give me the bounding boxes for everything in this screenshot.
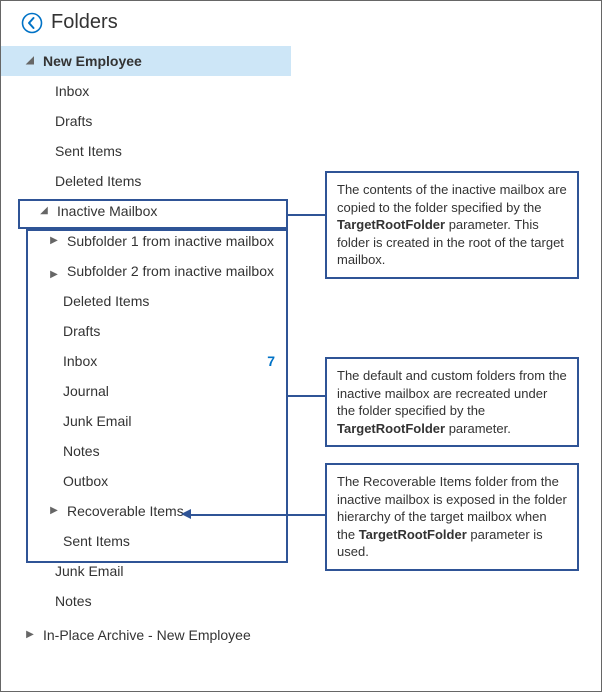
tree-item-subfolder2[interactable]: ▶ Subfolder 2 from inactive mailbox bbox=[1, 256, 291, 286]
callout-bold: TargetRootFolder bbox=[359, 527, 467, 542]
callout-bold: TargetRootFolder bbox=[337, 421, 445, 436]
folder-label: Inbox bbox=[63, 353, 267, 369]
page-title: Folders bbox=[51, 11, 118, 34]
tree-item[interactable]: Sent Items bbox=[1, 526, 291, 556]
tree-item[interactable]: Outbox bbox=[1, 466, 291, 496]
tree-item-junk[interactable]: Junk Email bbox=[1, 556, 291, 586]
caret-down-icon: ◢ bbox=[37, 206, 51, 216]
caret-down-icon: ◢ bbox=[23, 56, 37, 66]
folder-label: Journal bbox=[63, 383, 281, 399]
folder-label: New Employee bbox=[43, 53, 281, 69]
folder-label: Notes bbox=[63, 443, 281, 459]
folder-label: Junk Email bbox=[55, 563, 281, 579]
tree-item-archive[interactable]: ▶ In-Place Archive - New Employee bbox=[1, 620, 291, 650]
caret-right-icon: ▶ bbox=[47, 506, 61, 516]
tree-item-inactive-mailbox[interactable]: ◢ Inactive Mailbox bbox=[1, 196, 291, 226]
callout-3: The Recoverable Items folder from the in… bbox=[325, 463, 579, 571]
folder-label: Notes bbox=[55, 593, 281, 609]
tree-root[interactable]: ◢ New Employee bbox=[1, 46, 291, 76]
unread-count: 7 bbox=[267, 353, 281, 369]
callout-text: The contents of the inactive mailbox are… bbox=[337, 182, 567, 215]
app-frame: Folders ◢ New Employee Inbox Drafts Sent… bbox=[0, 0, 602, 692]
caret-right-icon: ▶ bbox=[47, 270, 61, 280]
tree-item[interactable]: Junk Email bbox=[1, 406, 291, 436]
folder-tree: ◢ New Employee Inbox Drafts Sent Items D… bbox=[1, 46, 291, 660]
folder-label: Drafts bbox=[55, 113, 281, 129]
caret-right-icon: ▶ bbox=[23, 630, 37, 640]
tree-item-recoverable[interactable]: ▶ Recoverable Items bbox=[1, 496, 291, 526]
folder-label: Drafts bbox=[63, 323, 281, 339]
connector-line bbox=[191, 514, 325, 516]
arrow-left-icon bbox=[181, 509, 191, 519]
callout-text: parameter. bbox=[445, 421, 511, 436]
tree-item-subfolder1[interactable]: ▶ Subfolder 1 from inactive mailbox bbox=[1, 226, 291, 256]
tree-item-sent[interactable]: Sent Items bbox=[1, 136, 291, 166]
tree-item-deleted[interactable]: Deleted Items bbox=[1, 166, 291, 196]
tree-item-notes[interactable]: Notes bbox=[1, 586, 291, 616]
folder-label: Deleted Items bbox=[63, 293, 281, 309]
callout-text: The default and custom folders from the … bbox=[337, 368, 567, 418]
tree-item-inbox[interactable]: Inbox bbox=[1, 76, 291, 106]
back-icon[interactable] bbox=[21, 12, 43, 34]
page-header: Folders bbox=[1, 1, 601, 46]
tree-item-drafts[interactable]: Drafts bbox=[1, 106, 291, 136]
folder-label: Sent Items bbox=[63, 533, 281, 549]
folder-label: Subfolder 2 from inactive mailbox bbox=[67, 263, 281, 279]
connector-line bbox=[288, 395, 325, 397]
folder-label: Junk Email bbox=[63, 413, 281, 429]
callout-1: The contents of the inactive mailbox are… bbox=[325, 171, 579, 279]
folder-label: Outbox bbox=[63, 473, 281, 489]
tree-item[interactable]: Drafts bbox=[1, 316, 291, 346]
connector-line bbox=[288, 214, 325, 216]
caret-right-icon: ▶ bbox=[47, 236, 61, 246]
folder-label: Recoverable Items bbox=[67, 503, 281, 519]
folder-label: Sent Items bbox=[55, 143, 281, 159]
folder-label: Subfolder 1 from inactive mailbox bbox=[67, 233, 281, 249]
callout-2: The default and custom folders from the … bbox=[325, 357, 579, 447]
tree-item[interactable]: Deleted Items bbox=[1, 286, 291, 316]
tree-item[interactable]: Notes bbox=[1, 436, 291, 466]
callout-bold: TargetRootFolder bbox=[337, 217, 445, 232]
folder-label: In-Place Archive - New Employee bbox=[43, 627, 281, 643]
tree-item-inactive-inbox[interactable]: Inbox 7 bbox=[1, 346, 291, 376]
folder-label: Deleted Items bbox=[55, 173, 281, 189]
folder-label: Inbox bbox=[55, 83, 281, 99]
tree-item[interactable]: Journal bbox=[1, 376, 291, 406]
folder-label: Inactive Mailbox bbox=[57, 203, 281, 219]
